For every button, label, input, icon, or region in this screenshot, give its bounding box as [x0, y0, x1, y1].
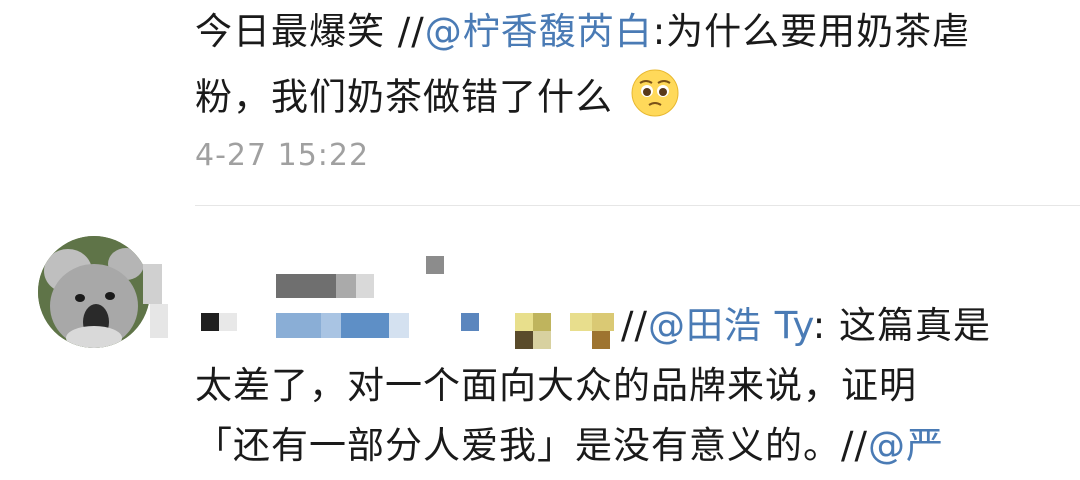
- comment-text: 「还有一部分人爱我」是没有意义的。//: [195, 424, 868, 467]
- comment-text: : 这篇真是: [812, 304, 991, 347]
- timestamp: 4-27 15:22: [195, 138, 370, 173]
- comment-text: 今日最爆笑 //: [195, 10, 425, 53]
- mention-link[interactable]: @柠香馥芮白: [425, 10, 653, 53]
- comment-line-2: 粉，我们奶茶做错了什么: [195, 68, 680, 130]
- mention-link[interactable]: @田浩 Ty: [648, 304, 813, 347]
- comment-text: 粉，我们奶茶做错了什么: [195, 75, 613, 119]
- comment-text: 太差了，对一个面向大众的品牌来说，证明: [195, 364, 917, 407]
- avatar[interactable]: [38, 236, 150, 348]
- pleading-face-icon: [630, 68, 680, 130]
- comment-line-1: 今日最爆笑 //@柠香馥芮白:为什么要用奶茶虐: [195, 8, 970, 56]
- koala-icon: [38, 236, 150, 348]
- mention-link[interactable]: @严: [868, 424, 944, 467]
- comment-line-3: 「还有一部分人爱我」是没有意义的。//@严: [195, 422, 944, 470]
- comment-line-1: //@田浩 Ty: 这篇真是: [621, 302, 991, 350]
- comment-line-2: 太差了，对一个面向大众的品牌来说，证明: [195, 362, 917, 410]
- comment-text: //: [621, 304, 648, 347]
- divider: [195, 205, 1080, 206]
- comment-text: :为什么要用奶茶虐: [652, 10, 971, 53]
